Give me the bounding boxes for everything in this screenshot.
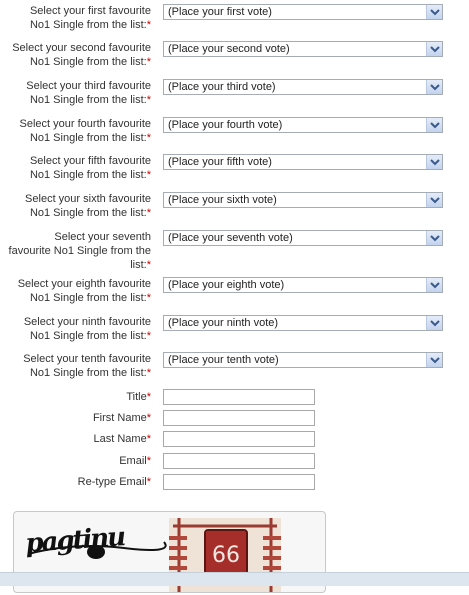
chevron-down-icon[interactable] (426, 80, 442, 94)
required-marker: * (146, 94, 151, 106)
required-marker: * (146, 476, 151, 488)
vote-label-5: Select your fifth favourite No1 Single f… (29, 155, 151, 181)
vote-label-6: Select your sixth favourite No1 Single f… (25, 193, 151, 219)
captcha-number: 66 (212, 543, 240, 568)
ninth-vote-select[interactable]: (Place your ninth vote) (163, 315, 443, 331)
last-name-input[interactable] (163, 431, 315, 447)
first-vote-select[interactable]: (Place your first vote) (163, 4, 443, 20)
required-marker: * (146, 207, 151, 219)
chevron-down-icon[interactable] (426, 231, 442, 245)
required-marker: * (146, 391, 151, 403)
title-label: Title* (126, 391, 151, 403)
required-marker: * (146, 169, 151, 181)
bottom-bar (0, 572, 469, 586)
vote-label-8: Select your eighth favourite No1 Single … (17, 278, 151, 304)
second-vote-select[interactable]: (Place your second vote) (163, 41, 443, 57)
title-input[interactable] (163, 389, 315, 405)
required-marker: * (146, 412, 151, 424)
chevron-down-icon[interactable] (426, 118, 442, 132)
chevron-down-icon[interactable] (426, 353, 442, 367)
third-vote-select[interactable]: (Place your third vote) (163, 79, 443, 95)
chevron-down-icon[interactable] (426, 316, 442, 330)
first-name-input[interactable] (163, 410, 315, 426)
vote-label-2: Select your second favourite No1 Single … (12, 42, 151, 68)
vote-label-1: Select your first favourite No1 Single f… (29, 5, 151, 31)
required-marker: * (146, 292, 151, 304)
vote-label-3: Select your third favourite No1 Single f… (26, 80, 151, 106)
chevron-down-icon[interactable] (426, 278, 442, 292)
seventh-vote-select[interactable]: (Place your seventh vote) (163, 230, 443, 246)
chevron-down-icon[interactable] (426, 155, 442, 169)
tenth-vote-select[interactable]: (Place your tenth vote) (163, 352, 443, 368)
chevron-down-icon[interactable] (426, 42, 442, 56)
required-marker: * (146, 433, 151, 445)
chevron-down-icon[interactable] (426, 5, 442, 19)
required-marker: * (146, 330, 151, 342)
chevron-down-icon[interactable] (426, 193, 442, 207)
last-name-label: Last Name* (93, 433, 151, 445)
sixth-vote-select[interactable]: (Place your sixth vote) (163, 192, 443, 208)
vote-label-4: Select your fourth favourite No1 Single … (19, 118, 151, 144)
vote-label-9: Select your ninth favourite No1 Single f… (23, 316, 151, 342)
captcha-text: pagtinu (24, 522, 126, 559)
required-marker: * (146, 455, 151, 467)
required-marker: * (146, 132, 151, 144)
required-marker: * (146, 19, 151, 31)
email-label: Email* (119, 455, 151, 467)
fifth-vote-select[interactable]: (Place your fifth vote) (163, 154, 443, 170)
fourth-vote-select[interactable]: (Place your fourth vote) (163, 117, 443, 133)
email-input[interactable] (163, 453, 315, 469)
retype-email-label: Re-type Email* (77, 476, 151, 488)
required-marker: * (146, 56, 151, 68)
retype-email-input[interactable] (163, 474, 315, 490)
first-name-label: First Name* (92, 412, 151, 424)
required-marker: * (146, 259, 151, 271)
vote-label-10: Select your tenth favourite No1 Single f… (23, 353, 151, 379)
required-marker: * (146, 367, 151, 379)
eighth-vote-select[interactable]: (Place your eighth vote) (163, 277, 443, 293)
vote-label-7: Select your seventh favourite No1 Single… (8, 231, 151, 271)
